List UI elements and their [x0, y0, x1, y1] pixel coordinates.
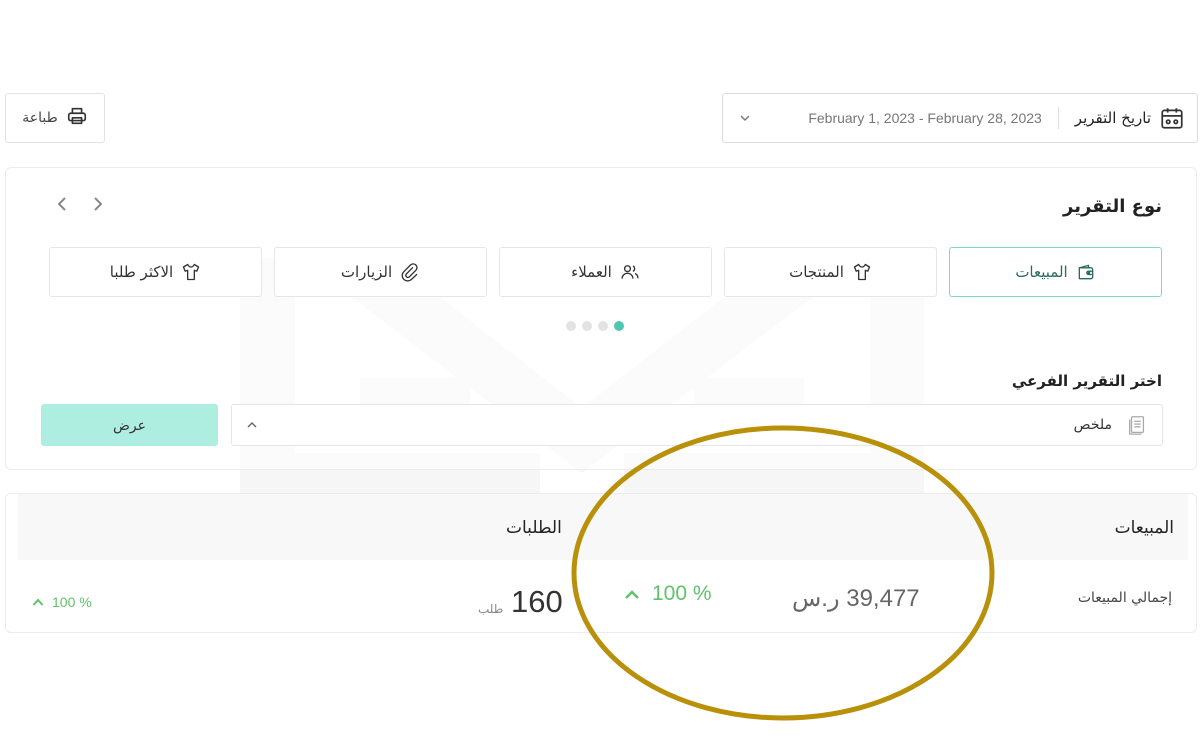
tab-visits[interactable]: الزيارات: [274, 247, 487, 297]
chevron-up-icon: [625, 590, 639, 599]
orders-change: 100 %: [32, 594, 92, 610]
tab-label: المنتجات: [789, 263, 844, 281]
chevron-down-icon[interactable]: [739, 112, 751, 124]
chevron-left-icon[interactable]: [54, 195, 72, 213]
tab-most-ordered[interactable]: الاكثر طلبا: [49, 247, 262, 297]
tab-label: العملاء: [571, 263, 612, 281]
chevron-up-icon: [32, 598, 44, 606]
total-sales-change-value: 100 %: [652, 582, 712, 605]
report-type-tabs: المبيعات المنتجات العملاء الزيارات الاكث…: [49, 247, 1162, 299]
sub-report-select[interactable]: ملخص: [231, 404, 1163, 446]
total-sales-value: 39,477 ر.س: [792, 585, 920, 612]
link-icon: [400, 262, 420, 282]
calendar-icon: [1159, 105, 1185, 131]
shirt-icon: [181, 262, 201, 282]
tab-label: الزيارات: [340, 263, 393, 281]
tab-customers[interactable]: العملاء: [499, 247, 712, 297]
carousel-dot[interactable]: [566, 321, 576, 331]
orders-unit: طلب: [478, 602, 504, 616]
sub-report-value: ملخص: [1073, 417, 1112, 433]
document-icon: [1126, 414, 1148, 436]
carousel-nav: [54, 195, 106, 213]
orders-value: 160: [511, 584, 563, 619]
sub-report-label: اختر التقرير الفرعي: [1011, 372, 1162, 390]
chevron-up-icon[interactable]: [246, 419, 258, 431]
carousel-dot-active[interactable]: [614, 321, 624, 331]
users-icon: [620, 262, 640, 282]
total-sales-label: إجمالي المبيعات: [1077, 590, 1172, 606]
carousel-dot[interactable]: [582, 321, 592, 331]
date-label: تاريخ التقرير: [1074, 109, 1151, 127]
divider: [1057, 107, 1059, 129]
carousel-dots: [566, 321, 624, 331]
total-sales-change: 100 %: [624, 582, 712, 606]
tab-label: المبيعات: [1015, 263, 1068, 281]
sales-summary: المبيعات الطلبات إجمالي المبيعات 39,477 …: [5, 493, 1197, 633]
date-range-picker[interactable]: تاريخ التقرير February 1, 2023 - Februar…: [722, 93, 1198, 143]
printer-icon: [66, 105, 88, 131]
print-button[interactable]: طباعة: [5, 93, 105, 143]
show-button[interactable]: عرض: [41, 404, 218, 446]
report-type-card: نوع التقرير المبيعات المنتجات العملاء ال…: [5, 167, 1197, 470]
print-label: طباعة: [22, 110, 58, 126]
summary-title: المبيعات: [1114, 518, 1174, 538]
orders-change-value: 100 %: [52, 594, 92, 610]
tab-products[interactable]: المنتجات: [724, 247, 937, 297]
carousel-dot[interactable]: [598, 321, 608, 331]
tab-sales[interactable]: المبيعات: [949, 247, 1162, 297]
summary-header: [18, 494, 1188, 560]
tab-label: الاكثر طلبا: [109, 263, 174, 281]
chevron-right-icon[interactable]: [88, 195, 106, 213]
wallet-icon: [1076, 262, 1096, 282]
shirt-icon: [852, 262, 872, 282]
orders-title: الطلبات: [506, 518, 562, 538]
report-type-title: نوع التقرير: [1063, 196, 1162, 217]
date-range-value: February 1, 2023 - February 28, 2023: [808, 110, 1042, 126]
